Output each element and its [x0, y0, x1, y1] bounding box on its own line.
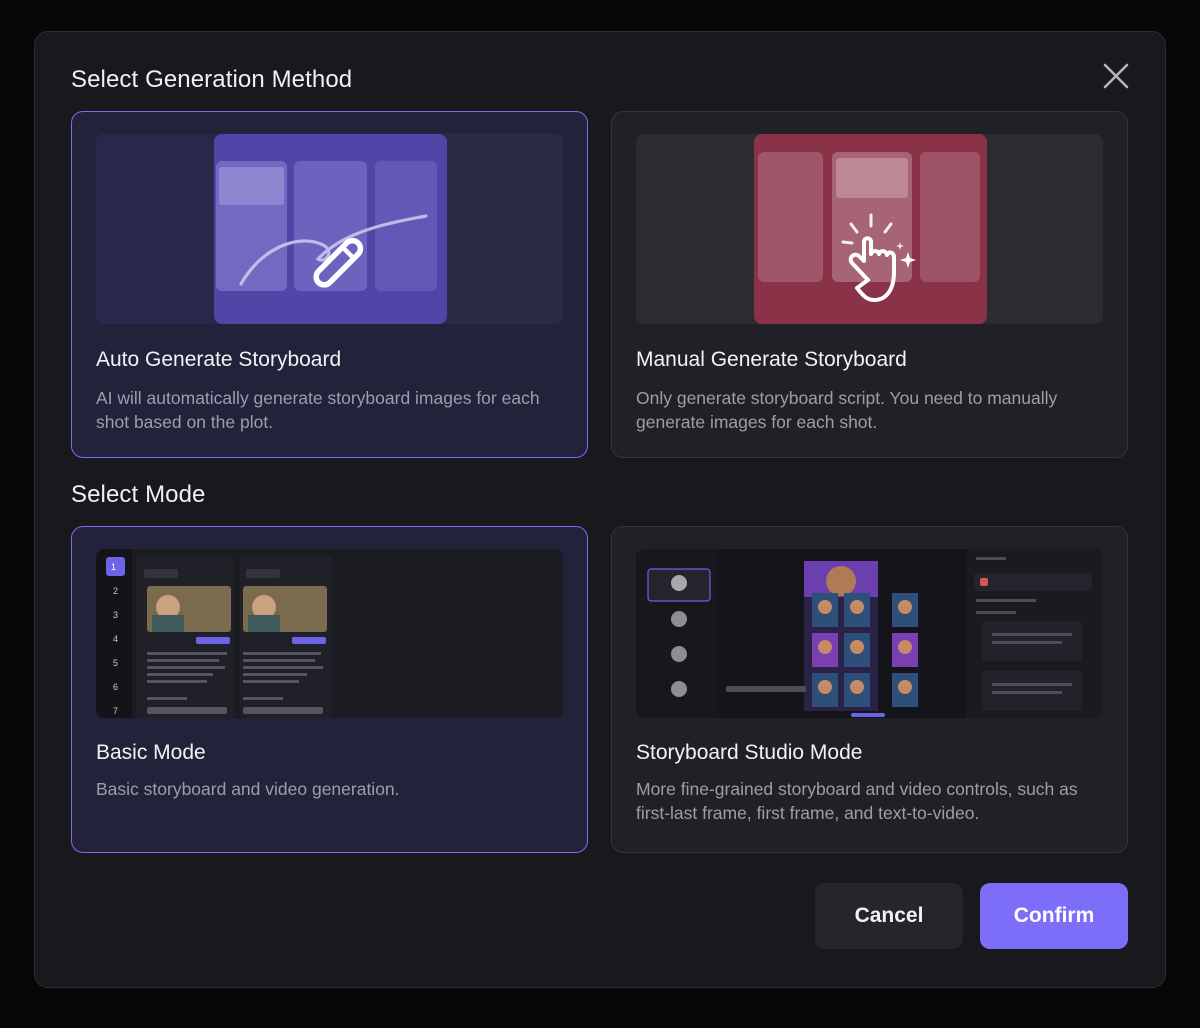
- cancel-button[interactable]: Cancel: [815, 883, 963, 949]
- studio-mode-title: Storyboard Studio Mode: [636, 741, 863, 764]
- auto-generate-title: Auto Generate Storyboard: [96, 348, 342, 371]
- basic-mode-preview: 1 2 3 4 5 6 7: [96, 549, 563, 718]
- auto-generate-description: AI will automatically generate storyboar…: [96, 388, 540, 432]
- basic-mode-title: Basic Mode: [96, 741, 206, 764]
- manual-generate-illustration: [636, 134, 1103, 324]
- mode-section-title: Select Mode: [71, 481, 206, 508]
- method-section-title: Select Generation Method: [71, 66, 353, 93]
- step-label: 4: [113, 634, 119, 644]
- auto-generate-illustration: [96, 134, 563, 324]
- close-icon[interactable]: [1100, 60, 1132, 92]
- basic-mode-description: Basic storyboard and video generation.: [96, 779, 400, 799]
- step-label: 5: [113, 658, 119, 668]
- manual-generate-description: Only generate storyboard script. You nee…: [636, 388, 1058, 432]
- studio-mode-card[interactable]: Storyboard Studio Mode More fine-grained…: [611, 526, 1128, 853]
- basic-mode-card[interactable]: 1 2 3 4 5 6 7 Basic Mode Basic storyboar…: [71, 526, 588, 853]
- step-label: 2: [113, 586, 119, 596]
- step-label: 3: [113, 610, 119, 620]
- manual-generate-title: Manual Generate Storyboard: [636, 348, 907, 371]
- step-label: 1: [111, 562, 117, 572]
- manual-generate-card[interactable]: Manual Generate Storyboard Only generate…: [611, 111, 1128, 458]
- step-label: 6: [113, 682, 119, 692]
- studio-mode-preview: [636, 549, 1103, 718]
- confirm-button[interactable]: Confirm: [980, 883, 1128, 949]
- studio-mode-description: More fine-grained storyboard and video c…: [636, 779, 1078, 823]
- step-label: 7: [113, 706, 119, 716]
- auto-generate-card[interactable]: Auto Generate Storyboard AI will automat…: [71, 111, 588, 458]
